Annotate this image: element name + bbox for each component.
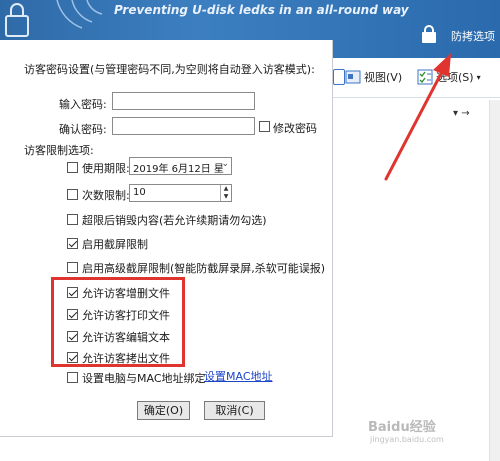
count-limit-stepper[interactable]: 10 ▲ ▼ — [129, 184, 232, 202]
banner-slogan: Preventing U-disk ledks in an all-round … — [114, 3, 409, 17]
restriction-section-title: 访客限制选项: — [24, 144, 94, 157]
usage-period-checkbox[interactable] — [67, 162, 78, 173]
view-icon — [345, 70, 361, 84]
mac-binding-label: 设置电脑与MAC地址绑定 — [82, 372, 206, 385]
count-limit-checkbox[interactable] — [67, 189, 78, 200]
cancel-button[interactable]: 取消(C) — [204, 401, 265, 420]
mac-binding-checkbox[interactable] — [67, 372, 78, 383]
guest-password-section-title: 访客密码设置(与管理密码不同,为空则将自动登入访客模式): — [24, 63, 315, 76]
app-content-area — [333, 98, 500, 461]
options-icon — [417, 69, 433, 85]
count-limit-label: 次数限制: — [82, 189, 130, 202]
toolbar-options-label: 选项(S) — [436, 71, 474, 84]
highlight-box — [51, 277, 185, 367]
destroy-after-limit-checkbox[interactable] — [67, 214, 78, 225]
watermark-logo: Baidu经验 — [368, 420, 436, 435]
usage-period-label: 使用期限: — [82, 162, 130, 175]
watermark-url: jingyan.baidu.com — [370, 435, 444, 444]
app-nav-arrows[interactable]: ▾ → — [453, 108, 470, 119]
app-toolbar: 视图(V) 选项(S) ▾ — [333, 58, 500, 98]
app-scrollbar[interactable] — [489, 100, 500, 461]
change-password-label: 修改密码 — [273, 122, 317, 135]
advanced-screenshot-limit-label: 启用高级截屏限制(智能防截屏录屏,杀软可能误报) — [82, 262, 326, 275]
advanced-screenshot-limit-checkbox[interactable] — [67, 262, 78, 273]
expiry-date-picker[interactable]: 2019年 6月12日 星 ⌄ — [129, 157, 232, 175]
toolbar-view-label: 视图(V) — [364, 71, 403, 84]
lock-logo-icon — [5, 3, 29, 37]
anti-copy-options-button[interactable]: 防拷选项 — [451, 28, 495, 44]
signal-arcs-icon — [56, 0, 103, 29]
password-input[interactable] — [112, 92, 255, 110]
confirm-password-input[interactable] — [112, 117, 255, 135]
expiry-date-value: 2019年 6月12日 星 — [133, 164, 224, 175]
screenshot-limit-checkbox[interactable] — [67, 238, 78, 249]
ok-button[interactable]: 确定(O) — [137, 401, 190, 420]
anti-copy-lock-icon[interactable] — [421, 25, 437, 43]
chevron-down-icon[interactable]: ⌄ — [221, 159, 229, 169]
count-limit-value: 10 — [133, 187, 146, 198]
stepper-arrows-icon[interactable]: ▲ ▼ — [220, 185, 231, 201]
confirm-password-label: 确认密码: — [59, 123, 107, 136]
password-label: 输入密码: — [59, 98, 107, 111]
change-password-checkbox[interactable] — [259, 121, 270, 132]
chevron-down-icon: ▾ — [476, 72, 481, 82]
set-mac-address-link[interactable]: 设置MAC地址 — [204, 368, 273, 384]
destroy-after-limit-label: 超限后销毁内容(若允许续期请勿勾选) — [82, 214, 267, 227]
screenshot-limit-label: 启用截屏限制 — [82, 238, 148, 251]
toolbar-options-button[interactable]: 选项(S) ▾ — [417, 66, 481, 88]
toolbar-view-button[interactable]: 视图(V) — [345, 66, 402, 88]
